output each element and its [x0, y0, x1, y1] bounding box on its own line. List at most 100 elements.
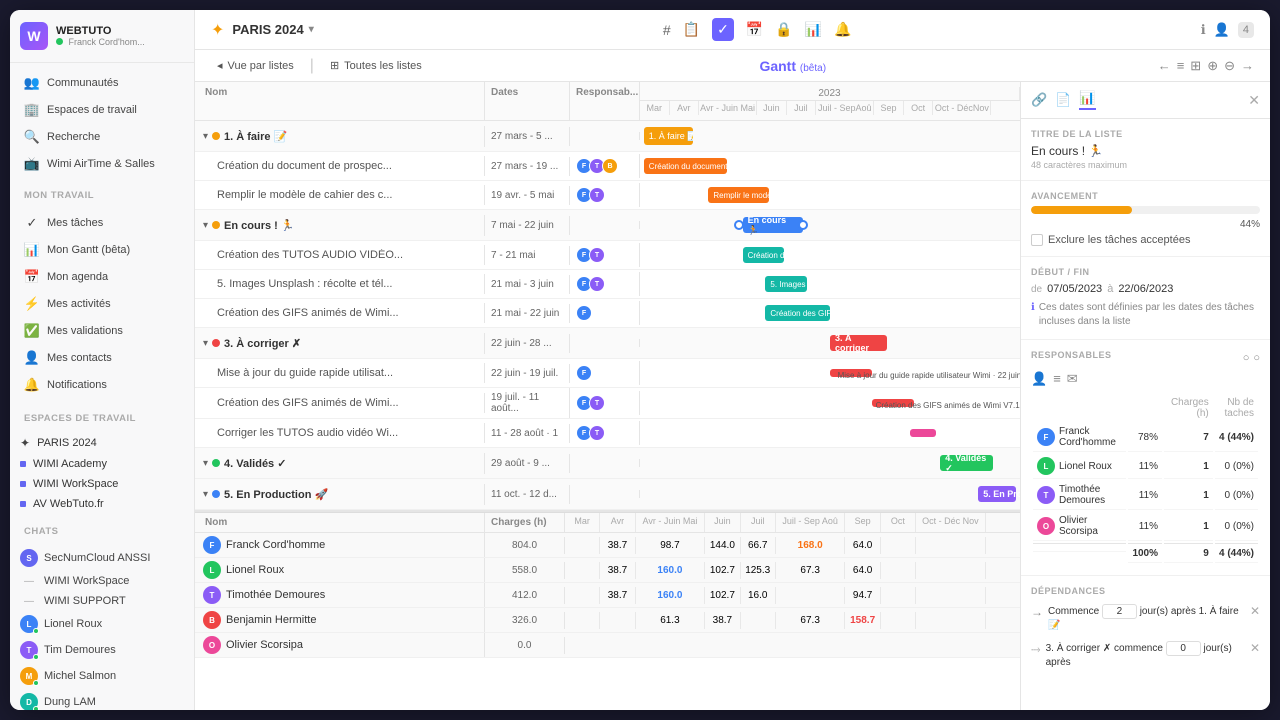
resp-avatar-olivier: O — [1037, 517, 1055, 535]
lionel-juilsep: 67.3 — [776, 562, 846, 579]
avatar-b: B — [602, 158, 618, 174]
count-badge: 4 — [1238, 22, 1254, 38]
clipboard-icon[interactable]: 📋 — [683, 21, 700, 38]
prospection-dates: 27 mars - 19 ... — [485, 157, 570, 176]
back-arrow-icon: ◂ — [217, 59, 223, 72]
chat-lionel[interactable]: L Lionel Roux — [10, 611, 194, 637]
grid-view-icon[interactable]: ⊞ — [1190, 58, 1201, 74]
responsables-table: Charges (h) Nb de taches F Franck Cord'h… — [1031, 393, 1260, 565]
progress-bar-fill — [1031, 206, 1132, 214]
summary-col-name: Nom — [195, 513, 485, 532]
panel-close-btn[interactable]: ✕ — [1248, 92, 1260, 109]
resp-add-icon[interactable]: 👤 — [1031, 371, 1047, 387]
panel-doc-icon[interactable]: 📄 — [1055, 92, 1071, 108]
gifs-encours-label: Création des GIFS animés de Wimi... — [203, 307, 399, 319]
dep-close-2[interactable]: ✕ — [1250, 641, 1260, 655]
gantt-icon: 📊 — [24, 242, 40, 258]
lock-icon[interactable]: 🔒 — [775, 21, 792, 38]
cahier-task-resp: F T — [570, 183, 640, 207]
lionel-charges: 558.0 — [485, 562, 565, 579]
sidebar-item-mes-taches[interactable]: ✓ Mes tâches — [14, 210, 190, 236]
topbar-right: ℹ 👤 4 — [1201, 22, 1254, 38]
hash-icon[interactable]: # — [663, 22, 671, 38]
sidebar-item-mes-activites[interactable]: ⚡ Mes activités — [14, 291, 190, 317]
user-icon[interactable]: 👤 — [1214, 22, 1230, 38]
benjamin-juilsep: 67.3 — [776, 612, 846, 629]
group-name-enproduction: ▾ 5. En Production 🚀 — [195, 484, 485, 505]
chat-dung[interactable]: D Dung LAM — [10, 689, 194, 710]
bell-icon[interactable]: 🔔 — [834, 21, 851, 38]
toutes-les-listes-btn[interactable]: ⊞ Toutes les listes — [324, 56, 428, 75]
sidebar-item-mes-validations[interactable]: ✅ Mes validations — [14, 318, 190, 344]
subbar-divider: | — [310, 57, 314, 75]
benjamin-mar — [565, 612, 600, 629]
toggle-afaire[interactable]: ▾ — [203, 131, 208, 142]
toggle-valides[interactable]: ▾ — [203, 458, 208, 469]
calendar-icon[interactable]: 📅 — [746, 21, 763, 38]
month-avr-juin: Avr - Juin Mai — [699, 101, 757, 115]
list-title-value: En cours ! 🏃 — [1031, 144, 1260, 158]
benjamin-summary-label: Benjamin Hermitte — [226, 614, 316, 626]
resp-mail-icon[interactable]: ✉ — [1067, 371, 1078, 387]
resp-list-icon[interactable]: ≡ — [1053, 371, 1061, 387]
encours-end-dot — [798, 220, 808, 230]
list-view-icon[interactable]: ≡ — [1177, 58, 1185, 73]
timothee-sep: 94.7 — [845, 587, 880, 604]
chart-icon[interactable]: 📊 — [805, 21, 822, 38]
chat-michel-salmon1[interactable]: M Michel Salmon — [10, 663, 194, 689]
dep-dashed-icon: ⤑ — [1031, 642, 1041, 657]
task-name-images: 5. Images Unsplash : récolte et tél... — [195, 274, 485, 294]
resp-toggle-radio1[interactable]: ○ — [1243, 352, 1250, 364]
panel-chart-icon[interactable]: 📊 — [1079, 90, 1095, 110]
dep-item-2: ⤑ 3. À corriger ✗ commence jour(s) après… — [1031, 641, 1260, 670]
panel-link-icon[interactable]: 🔗 — [1031, 92, 1047, 108]
vue-par-listes-btn[interactable]: ◂ Vue par listes — [211, 56, 300, 75]
workspace-wimi-workspace[interactable]: WIMI WorkSpace — [10, 474, 194, 494]
secnumcloud-label: SecNumCloud ANSSI — [44, 552, 150, 564]
summary-col-header: Nom Charges (h) Mar Avr Avr - Juin Mai J… — [195, 512, 1020, 533]
notifications-label: Notifications — [47, 379, 107, 391]
chat-tim[interactable]: T Tim Demoures — [10, 637, 194, 663]
zoom-out-icon[interactable]: ⊖ — [1224, 58, 1235, 74]
sidebar-item-airtime[interactable]: 📺 Wimi AirTime & Salles — [14, 151, 190, 177]
nav-left-icon[interactable]: ← — [1158, 58, 1171, 73]
afaire-dates: 27 mars - 5 ... — [485, 127, 570, 146]
summary-month-empty — [986, 513, 1020, 532]
info-icon[interactable]: ℹ — [1201, 22, 1206, 38]
toggle-enproduction[interactable]: ▾ — [203, 489, 208, 500]
sidebar-item-communautes[interactable]: 👥 Communautés — [14, 70, 190, 96]
dep-input-1[interactable] — [1102, 604, 1137, 619]
sidebar-item-espaces[interactable]: 🏢 Espaces de travail — [14, 97, 190, 123]
sidebar-item-mon-agenda[interactable]: 📅 Mon agenda — [14, 264, 190, 290]
chat-wimi-workspace[interactable]: — WIMI WorkSpace — [10, 571, 194, 591]
check-gantt-icon[interactable]: ✓ — [712, 18, 734, 41]
wimi-workspace-chat-icon: — — [20, 576, 38, 587]
sidebar-item-mon-gantt[interactable]: 📊 Mon Gantt (bêta) — [14, 237, 190, 263]
exclude-checkbox[interactable] — [1031, 234, 1043, 246]
dep-close-1[interactable]: ✕ — [1250, 604, 1260, 618]
chevron-down-icon[interactable]: ▾ — [309, 24, 314, 35]
dep-item-1: → Commence jour(s) après 1. À faire 📝 ✕ — [1031, 604, 1260, 633]
toggle-acorriger[interactable]: ▾ — [203, 338, 208, 349]
topbar-title: PARIS 2024 ▾ — [232, 22, 313, 37]
chat-secnumcloud[interactable]: S SecNumCloud ANSSI — [10, 545, 194, 571]
workspace-av-webtuto[interactable]: AV WebTuto.fr — [10, 494, 194, 514]
workspace-paris2024[interactable]: ✦ PARIS 2024 — [10, 432, 194, 454]
nav-right-icon[interactable]: → — [1241, 58, 1254, 73]
workspace-wimi-academy[interactable]: WIMI Academy — [10, 454, 194, 474]
dep-input-2[interactable] — [1166, 641, 1201, 656]
sidebar-item-mes-contacts[interactable]: 👤 Mes contacts — [14, 345, 190, 371]
chat-wimi-support[interactable]: — WIMI SUPPORT — [10, 591, 194, 611]
sidebar-item-notifications[interactable]: 🔔 Notifications — [14, 372, 190, 398]
summary-row-benjamin: B Benjamin Hermitte 326.0 61.3 38.7 67.3… — [195, 608, 1020, 633]
valides-timeline: 4. Validés ✓ — [640, 448, 1020, 478]
mon-travail-title: MON TRAVAIL — [10, 184, 194, 203]
zoom-in-icon[interactable]: ⊕ — [1207, 58, 1218, 74]
month-mar: Mar — [640, 101, 670, 115]
images-bar: 5. Images Unsplash : récolte et téléchar… — [765, 276, 807, 292]
sidebar-item-recherche[interactable]: 🔍 Recherche — [14, 124, 190, 150]
resp-charges-olivier: 1 — [1164, 512, 1213, 541]
benjamin-data: 61.3 38.7 67.3 158.7 — [565, 612, 1020, 629]
toggle-encours[interactable]: ▾ — [203, 220, 208, 231]
resp-toggle-radio2[interactable]: ○ — [1253, 352, 1260, 364]
